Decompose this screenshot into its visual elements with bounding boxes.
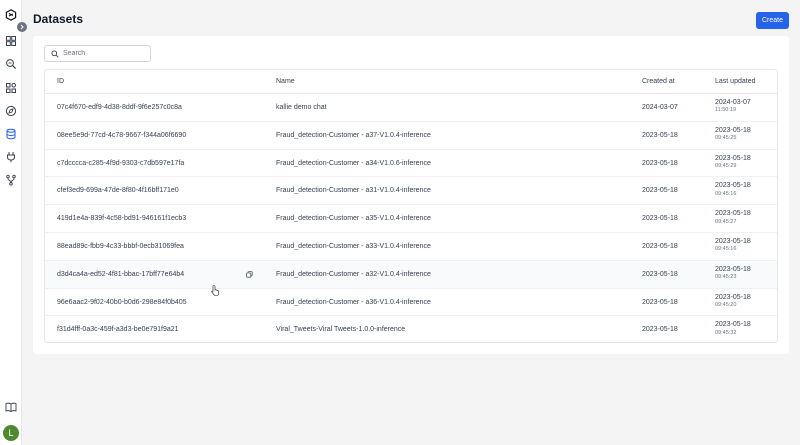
copy-icon[interactable] — [246, 270, 253, 278]
dataset-name: Fraud_detection-Customer - a34-V1.0.6-in… — [276, 159, 431, 167]
page-title: Datasets — [33, 12, 84, 26]
datasets-panel: ID Name Created at Last updated 07c4f670… — [33, 36, 789, 354]
dataset-id: 96e6aac2-9f02-40b0-b0d6-298e84f0b405 — [57, 298, 187, 306]
dataset-name: Fraud_detection-Customer - a33-V1.0.4-in… — [276, 242, 431, 250]
dataset-id: f31d4fff-0a3c-459f-a3d3-be0e791f9a21 — [57, 326, 179, 334]
updated-date: 2023-05-18 — [715, 265, 751, 273]
last-updated: 2023-05-18 09:45:16 — [715, 181, 751, 198]
updated-time: 09:45:25 — [715, 135, 737, 142]
updated-time: 09:45:23 — [715, 274, 737, 281]
search-box[interactable] — [44, 45, 151, 62]
dataset-name: Fraud_detection-Customer - a31-V1.0.4-in… — [276, 187, 431, 195]
updated-date: 2024-03-07 — [715, 99, 751, 106]
search-zoom-icon[interactable] — [5, 58, 17, 70]
table-row[interactable]: 08ee5e9d-77cd-4c78-9667-f344a06f6690 Fra… — [45, 122, 777, 150]
apps-icon[interactable] — [5, 82, 17, 94]
last-updated: 2023-05-18 09:45:27 — [715, 209, 751, 226]
dashboard-icon[interactable] — [5, 35, 17, 47]
created-at: 2024-03-07 — [642, 104, 678, 111]
updated-time: 11:50:19 — [715, 107, 737, 114]
table-header: ID Name Created at Last updated — [45, 70, 777, 94]
dataset-id: 419d1e4a-839f-4c58-bd91-946161f1ecb3 — [57, 215, 187, 223]
database-icon[interactable] — [5, 128, 17, 140]
created-at: 2023-05-18 — [642, 326, 678, 334]
last-updated: 2023-05-18 09:45:29 — [715, 154, 751, 171]
table-row[interactable]: 88ead89c-fbb9-4c33-bbbf-0ecb31069fea Fra… — [45, 233, 777, 261]
column-header-name[interactable]: Name — [276, 78, 295, 85]
plug-icon[interactable] — [5, 151, 17, 163]
sidebar-rail: L — [0, 0, 22, 445]
created-at: 2023-05-18 — [642, 131, 678, 139]
table-row[interactable]: d3d4ca4a-ed52-4f81-bbac-17bff77e64b4 Fra… — [45, 260, 777, 289]
dataset-id: 07c4f670-edf9-4d38-8ddf-9f6e257c0c8a — [57, 104, 182, 111]
create-button[interactable]: Create — [756, 12, 789, 29]
updated-date: 2023-05-18 — [715, 210, 751, 218]
branch-icon[interactable] — [5, 174, 17, 186]
column-header-id[interactable]: ID — [57, 78, 64, 85]
created-at: 2023-05-18 — [642, 298, 678, 306]
last-updated: 2023-05-18 09:45:20 — [715, 293, 751, 310]
search-input[interactable] — [63, 50, 143, 57]
table-row[interactable]: c7dcccca-c285-4f9d-9303-c7db597e17fa Fra… — [45, 150, 777, 178]
updated-date: 2023-05-18 — [715, 126, 751, 134]
dataset-name: Fraud_detection-Customer - a36-V1.0.4-in… — [276, 298, 431, 306]
dataset-name: Fraud_detection-Customer - a32-V1.0.4-in… — [276, 270, 431, 278]
avatar-initial: L — [8, 428, 14, 438]
top-bar — [22, 0, 800, 40]
updated-time: 09:45:32 — [715, 329, 737, 336]
last-updated: 2023-05-18 09:45:25 — [715, 126, 751, 143]
updated-date: 2023-05-18 — [715, 293, 751, 301]
dataset-id: 08ee5e9d-77cd-4c78-9667-f344a06f6690 — [57, 131, 187, 139]
last-updated: 2023-05-18 09:45:32 — [715, 320, 751, 337]
pointer-cursor-icon — [211, 285, 219, 296]
updated-time: 09:45:27 — [715, 218, 737, 225]
created-at: 2023-05-18 — [642, 242, 678, 250]
last-updated: 2024-03-07 11:50:19 — [715, 98, 751, 115]
app-logo-icon[interactable] — [5, 9, 17, 21]
updated-date: 2023-05-18 — [715, 321, 751, 329]
dataset-name: Fraud_detection-Customer - a37-V1.0.4-in… — [276, 131, 431, 139]
dataset-id: 88ead89c-fbb9-4c33-bbbf-0ecb31069fea — [57, 242, 184, 250]
updated-time: 09:45:20 — [715, 302, 737, 309]
created-at: 2023-05-18 — [642, 270, 678, 278]
column-header-updated[interactable]: Last updated — [715, 78, 755, 85]
table-row[interactable]: f31d4fff-0a3c-459f-a3d3-be0e791f9a21 Vir… — [45, 316, 777, 342]
book-icon[interactable] — [5, 401, 17, 413]
updated-date: 2023-05-18 — [715, 182, 751, 190]
table-row[interactable]: 419d1e4a-839f-4c58-bd91-946161f1ecb3 Fra… — [45, 205, 777, 233]
updated-date: 2023-05-18 — [715, 154, 751, 162]
chevron-right-icon[interactable] — [17, 22, 27, 32]
avatar[interactable]: L — [3, 425, 19, 441]
dataset-name: Fraud_detection-Customer - a35-V1.0.4-in… — [276, 215, 431, 223]
compass-icon[interactable] — [5, 105, 17, 117]
last-updated: 2023-05-18 09:45:16 — [715, 237, 751, 254]
dataset-id: cfef3ed9-699a-47de-8f80-4f16bff171e0 — [57, 187, 179, 195]
table-row[interactable]: 96e6aac2-9f02-40b0-b0d6-298e84f0b405 Fra… — [45, 289, 777, 317]
table-row[interactable]: cfef3ed9-699a-47de-8f80-4f16bff171e0 Fra… — [45, 177, 777, 206]
column-header-created[interactable]: Created at — [642, 78, 675, 85]
updated-date: 2023-05-18 — [715, 237, 751, 245]
dataset-id: c7dcccca-c285-4f9d-9303-c7db597e17fa — [57, 159, 185, 167]
dataset-name: kallie demo chat — [276, 104, 327, 111]
updated-time: 09:45:16 — [715, 190, 737, 197]
updated-time: 09:45:16 — [715, 246, 737, 253]
created-at: 2023-05-18 — [642, 215, 678, 223]
created-at: 2023-05-18 — [642, 159, 678, 167]
dataset-id: d3d4ca4a-ed52-4f81-bbac-17bff77e64b4 — [57, 270, 185, 278]
table-row[interactable]: 07c4f670-edf9-4d38-8ddf-9f6e257c0c8a kal… — [45, 94, 777, 122]
datasets-table: ID Name Created at Last updated 07c4f670… — [44, 69, 778, 343]
updated-time: 09:45:29 — [715, 163, 737, 170]
dataset-name: Viral_Tweets-Viral Tweets-1.0.0-inferenc… — [276, 326, 406, 334]
last-updated: 2023-05-18 09:45:23 — [715, 265, 751, 282]
search-icon — [51, 49, 59, 58]
created-at: 2023-05-18 — [642, 187, 678, 195]
